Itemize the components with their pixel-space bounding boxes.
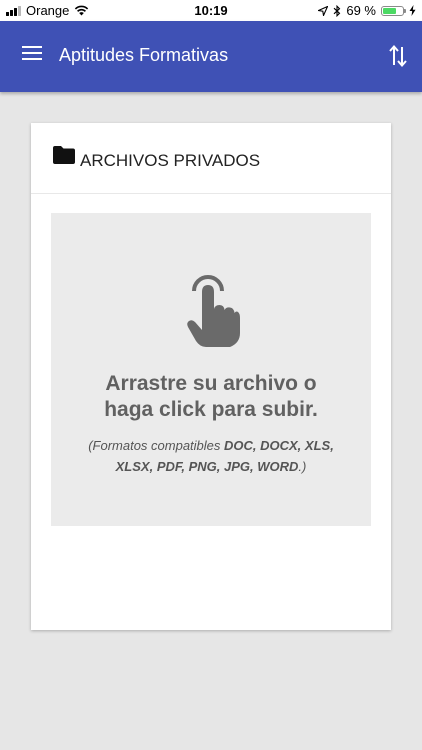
formats-list-line2: XLSX, PDF, PNG, JPG, WORD — [115, 459, 299, 474]
battery-percent: 69 % — [346, 3, 376, 18]
supported-formats-note: (Formatos compatibles DOC, DOCX, XLS, XL… — [71, 435, 351, 477]
card-title: ARCHIVOS PRIVADOS — [80, 151, 261, 170]
dropzone-heading: Arrastre su archivo o haga click para su… — [51, 371, 371, 423]
dropzone-heading-line1: Arrastre su archivo o — [105, 372, 317, 395]
status-right: 69 % — [318, 3, 416, 18]
folder-icon — [53, 146, 75, 164]
app-bar: Aptitudes Formativas — [0, 21, 422, 92]
app-title: Aptitudes Formativas — [59, 45, 229, 65]
bluetooth-icon — [333, 4, 341, 17]
file-upload-dropzone[interactable]: Arrastre su archivo o haga click para su… — [51, 213, 371, 526]
sort-arrows-icon[interactable] — [388, 43, 408, 69]
card-header: ARCHIVOS PRIVADOS — [31, 123, 391, 194]
battery-icon — [381, 5, 406, 16]
formats-list-line1: DOC, DOCX, XLS, — [224, 438, 334, 453]
formats-suffix: .) — [298, 459, 307, 474]
hamburger-menu-icon[interactable] — [22, 46, 42, 66]
battery-level-fill — [383, 7, 397, 14]
touch-hand-icon — [187, 275, 240, 347]
dropzone-heading-line2: haga click para subir. — [104, 398, 318, 421]
private-files-card: ARCHIVOS PRIVADOS Arrastre su archivo o … — [31, 123, 391, 630]
location-arrow-icon — [318, 5, 329, 16]
charging-bolt-icon — [409, 5, 416, 16]
formats-prefix: (Formatos compatibles — [88, 438, 225, 453]
status-bar: Orange 10:19 69 % — [0, 0, 422, 21]
